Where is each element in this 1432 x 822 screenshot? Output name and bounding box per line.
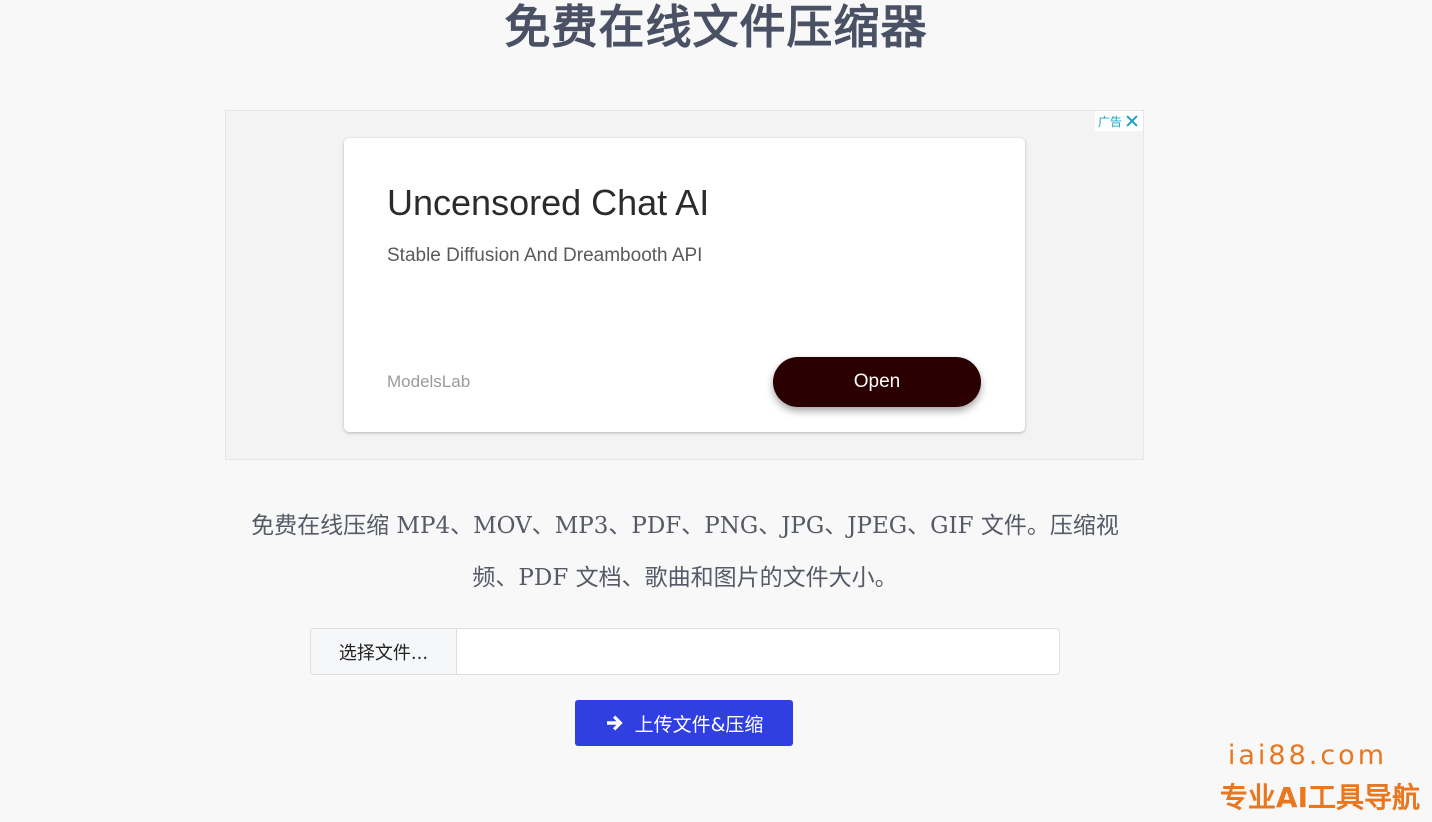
page-description: 免费在线压缩 MP4、MOV、MP3、PDF、PNG、JPG、JPEG、GIF … <box>251 513 1119 591</box>
choose-file-button[interactable]: 选择文件... <box>311 629 457 674</box>
ad-subtitle: Stable Diffusion And Dreambooth API <box>387 245 703 266</box>
ad-label: 广告 <box>1097 114 1122 129</box>
ad-open-button[interactable]: Open <box>773 357 981 407</box>
upload-compress-button[interactable]: 上传文件&压缩 <box>575 700 793 746</box>
close-icon[interactable] <box>1125 114 1139 128</box>
watermark-tagline: 专业AI工具导航 <box>1219 781 1420 814</box>
upload-button-label: 上传文件&压缩 <box>634 713 764 736</box>
ad-advertiser[interactable]: ModelsLab <box>387 372 470 392</box>
watermark-domain: iai88.com <box>1227 740 1387 771</box>
ad-choices[interactable]: 广告 <box>1094 111 1143 131</box>
ad-headline[interactable]: Uncensored Chat AI <box>387 182 709 224</box>
ad-card[interactable]: Uncensored Chat AI Stable Diffusion And … <box>344 138 1025 432</box>
ad-banner[interactable]: 广告 Uncensored Chat AI Stable Diffusion A… <box>225 110 1144 460</box>
file-name-field[interactable] <box>457 629 1059 674</box>
arrow-right-icon <box>606 715 623 731</box>
file-picker[interactable]: 选择文件... <box>310 628 1060 675</box>
page: 免费在线文件压缩器 广告 Uncensored Chat AI Stable D… <box>0 0 1432 822</box>
page-title: 免费在线文件压缩器 <box>504 0 928 54</box>
